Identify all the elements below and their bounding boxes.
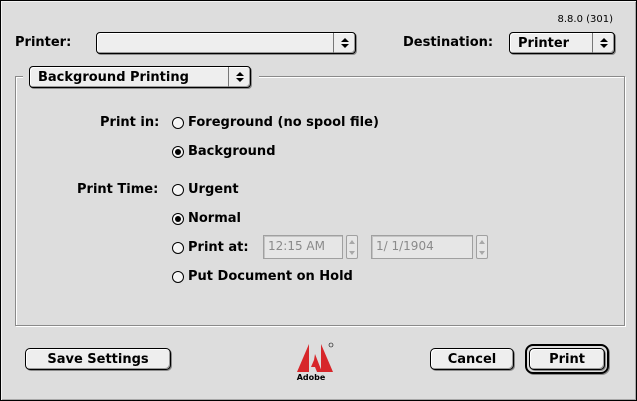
radio-button-selected-icon [172, 145, 184, 158]
destination-label: Destination: [403, 35, 494, 50]
radio-button-icon [172, 116, 184, 129]
radio-background-label: Background [188, 144, 276, 159]
adobe-logo-text: Adobe [296, 373, 326, 382]
radio-background[interactable]: Background [172, 144, 276, 159]
radio-button-icon [172, 241, 184, 254]
print-date-field[interactable]: 1/ 1/1904 [371, 235, 473, 259]
radio-button-selected-icon [172, 212, 184, 225]
radio-foreground[interactable]: Foreground (no spool file) [172, 115, 379, 130]
print-button[interactable]: Print [529, 348, 605, 370]
radio-urgent-label: Urgent [188, 182, 239, 197]
destination-popup-value: Printer [518, 35, 570, 51]
version-label: 8.8.0 (301) [557, 14, 613, 25]
radio-hold-label: Put Document on Hold [188, 269, 353, 284]
destination-popup[interactable]: Printer [509, 32, 615, 54]
cancel-button[interactable]: Cancel [430, 348, 514, 370]
stepper-down-icon [349, 250, 355, 255]
popup-arrows-icon [228, 67, 250, 87]
print-dialog: 8.8.0 (301) Printer: Destination: Printe… [0, 0, 637, 401]
radio-button-icon [172, 270, 184, 283]
printer-popup[interactable] [96, 32, 356, 54]
panel-menu-popup[interactable]: Background Printing [29, 66, 251, 88]
radio-foreground-label: Foreground (no spool file) [188, 115, 379, 130]
radio-print-at[interactable]: Print at: [172, 240, 249, 255]
radio-hold[interactable]: Put Document on Hold [172, 269, 353, 284]
radio-normal[interactable]: Normal [172, 211, 241, 226]
stepper-up-icon [349, 239, 355, 244]
radio-normal-label: Normal [188, 211, 241, 226]
print-time-label: Print Time: [77, 182, 159, 197]
stepper-up-icon [479, 239, 485, 244]
print-in-label: Print in: [100, 115, 160, 130]
save-settings-button[interactable]: Save Settings [25, 348, 171, 370]
popup-arrows-icon [592, 33, 614, 53]
radio-print-at-label: Print at: [188, 240, 249, 255]
time-stepper[interactable] [346, 235, 358, 259]
radio-button-icon [172, 183, 184, 196]
popup-arrows-icon [333, 33, 355, 53]
printer-label: Printer: [15, 35, 72, 50]
stepper-down-icon [479, 250, 485, 255]
settings-panel [15, 76, 625, 326]
date-stepper[interactable] [476, 235, 488, 259]
panel-menu-value: Background Printing [38, 69, 189, 85]
print-time-field[interactable]: 12:15 AM [263, 235, 343, 259]
radio-urgent[interactable]: Urgent [172, 182, 239, 197]
